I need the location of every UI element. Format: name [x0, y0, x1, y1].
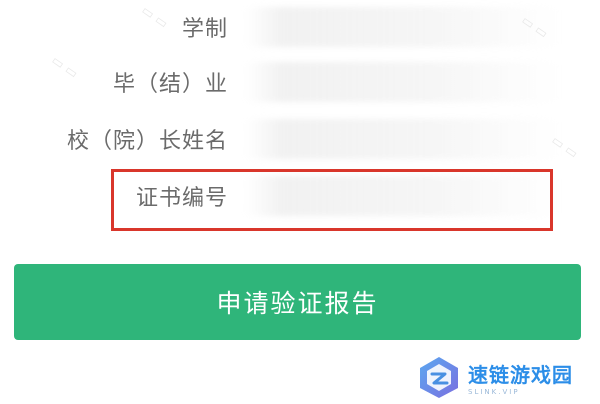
- field-label-biye: 毕（结）业: [112, 72, 228, 97]
- logo-title: 速链游戏园: [468, 362, 573, 387]
- site-logo: 速链游戏园 SLINK.VIP: [400, 350, 600, 404]
- form-row-biye: 毕（结）业: [0, 57, 600, 107]
- logo-text-group: 速链游戏园 SLINK.VIP: [468, 359, 573, 396]
- apply-verification-report-button[interactable]: 申请验证报告: [14, 264, 581, 340]
- field-value-xuezhi: [245, 7, 560, 47]
- page: ▭ ▭ ▭ ▭ ▭ ▭ ▭ ▭ 学制 毕（结）业 校（院）长姓名 证书编号 申请…: [0, 0, 600, 404]
- form-row-xiaozhang: 校（院）长姓名: [0, 114, 600, 164]
- field-value-biye: [245, 62, 560, 102]
- logo-subtitle: SLINK.VIP: [468, 387, 520, 396]
- field-label-xuezhi: 学制: [181, 17, 228, 42]
- form-row-xuezhi: 学制: [0, 2, 600, 52]
- certificate-number-highlight: [111, 169, 553, 231]
- logo-icon: [420, 357, 458, 398]
- field-label-xiaozhang: 校（院）长姓名: [66, 129, 228, 154]
- field-value-xiaozhang: [245, 119, 560, 159]
